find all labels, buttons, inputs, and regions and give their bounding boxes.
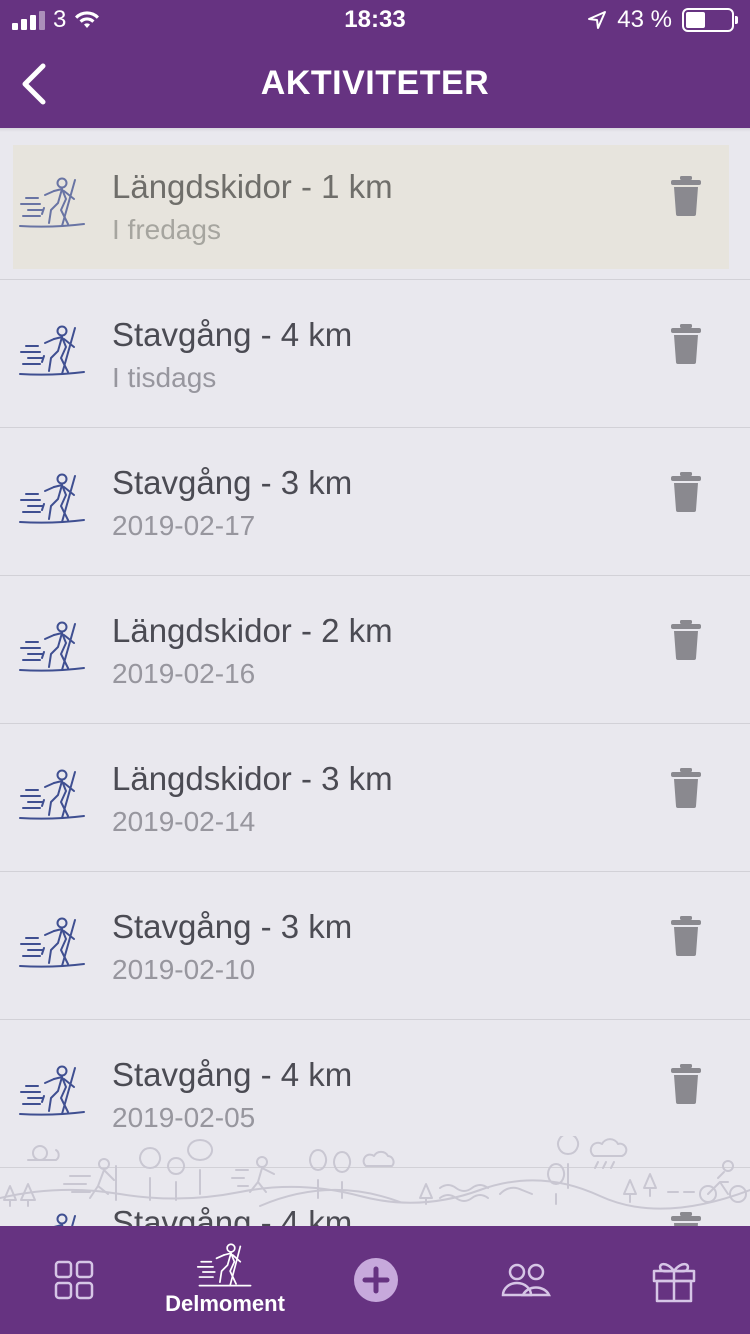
status-right: 43 % — [587, 6, 738, 34]
tab-rewards[interactable] — [624, 1226, 724, 1334]
row-highlight — [13, 145, 729, 269]
activity-date: 2019-02-05 — [112, 1102, 256, 1133]
skier-icon — [18, 1064, 86, 1118]
activity-row[interactable]: Stavgång - 3 km 2019-02-17 — [0, 428, 750, 576]
activity-date: 2019-02-10 — [112, 954, 256, 985]
skier-icon — [18, 324, 86, 378]
grid-icon — [54, 1260, 94, 1300]
page-title: AKTIVITETER — [260, 64, 490, 102]
tab-delmoment[interactable]: Delmoment — [140, 1226, 310, 1334]
gift-icon — [652, 1262, 696, 1303]
activity-row[interactable]: Stavgång - 4 km 2019-02-05 — [0, 1020, 750, 1168]
trash-icon[interactable] — [670, 620, 702, 660]
activity-title: Stavgång - 3 km — [112, 908, 353, 945]
activity-row[interactable]: Längdskidor - 1 km I fredags — [0, 132, 750, 280]
skier-icon — [196, 1243, 252, 1287]
trash-icon[interactable] — [670, 472, 702, 512]
activity-title: Stavgång - 4 km — [112, 1056, 353, 1093]
activity-title: Längdskidor - 2 km — [112, 612, 393, 649]
activity-date: 2019-02-17 — [112, 510, 256, 541]
activity-date: 2019-02-14 — [112, 806, 256, 837]
trash-icon[interactable] — [670, 768, 702, 808]
location-arrow-icon — [588, 11, 607, 29]
tab-community[interactable] — [476, 1226, 576, 1334]
activity-title: Längdskidor - 3 km — [112, 760, 393, 797]
activity-title: Stavgång - 4 km — [112, 1204, 353, 1226]
skier-icon — [18, 768, 86, 822]
activity-title: Längdskidor - 1 km — [112, 168, 393, 205]
tab-overview[interactable] — [24, 1226, 124, 1334]
trash-icon[interactable] — [670, 1064, 702, 1104]
activity-date: I fredags — [112, 214, 221, 245]
activity-list[interactable]: Längdskidor - 1 km I fredags Stavgång - 4 … — [0, 132, 750, 1226]
skier-icon — [18, 176, 86, 230]
skier-icon — [18, 472, 86, 526]
trash-icon[interactable] — [670, 916, 702, 956]
tab-label-delmoment: Delmoment — [165, 1291, 285, 1316]
activity-title: Stavgång - 3 km — [112, 464, 353, 501]
activity-title: Stavgång - 4 km — [112, 316, 353, 353]
activity-row[interactable]: Stavgång - 4 km I tisdags — [0, 280, 750, 428]
activity-row[interactable]: Längdskidor - 2 km 2019-02-16 — [0, 576, 750, 724]
skier-icon — [18, 620, 86, 674]
trash-icon[interactable] — [670, 176, 702, 216]
activity-row[interactable]: Längdskidor - 3 km 2019-02-14 — [0, 724, 750, 872]
battery-percentage: 43 % — [617, 6, 672, 33]
plus-circle-icon — [354, 1258, 398, 1302]
activity-row[interactable]: Stavgång - 4 km — [0, 1168, 750, 1226]
activity-date: 2019-02-16 — [112, 658, 256, 689]
tab-add[interactable] — [326, 1226, 426, 1334]
battery-icon — [682, 8, 738, 32]
skier-icon — [18, 1212, 86, 1226]
activity-date: I tisdags — [112, 362, 217, 393]
tab-bar: Delmoment — [0, 1226, 750, 1334]
people-icon — [501, 1263, 551, 1297]
trash-icon[interactable] — [670, 1212, 702, 1226]
navigation-bar: AKTIVITETER — [0, 40, 750, 128]
trash-icon[interactable] — [670, 324, 702, 364]
skier-icon — [18, 916, 86, 970]
activity-row[interactable]: Stavgång - 3 km 2019-02-10 — [0, 872, 750, 1020]
status-bar: 3 18:33 43 % — [0, 0, 750, 40]
